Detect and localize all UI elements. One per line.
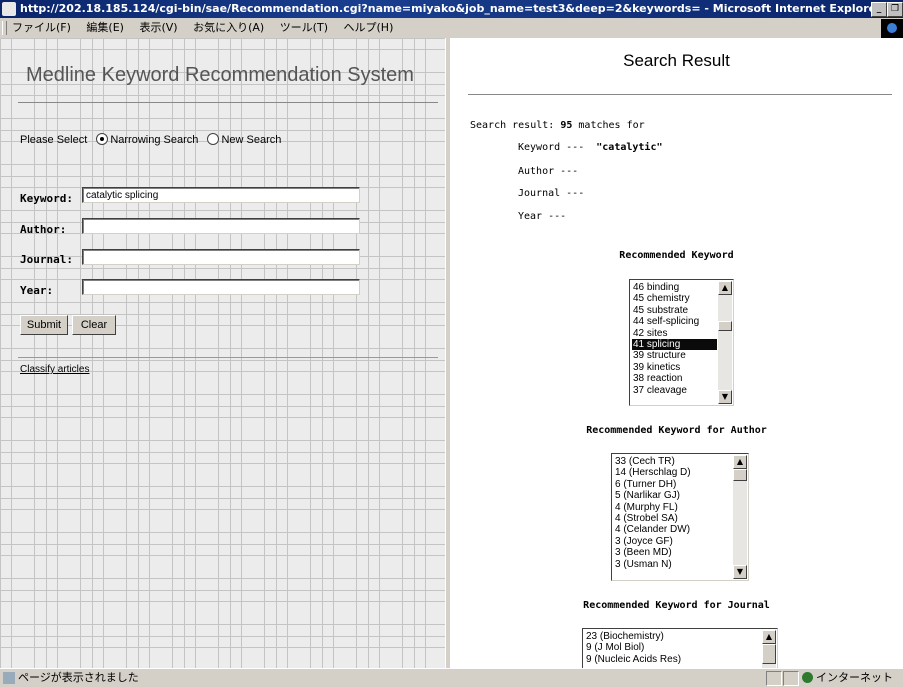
menu-help[interactable]: ヘルプ(H) bbox=[344, 18, 394, 38]
window-title: http://202.18.185.124/cgi-bin/sae/Recomm… bbox=[20, 2, 882, 15]
search-mode-row: Please Select Narrowing Search New Searc… bbox=[20, 133, 281, 146]
keyword-option[interactable]: 39 structure bbox=[632, 350, 717, 361]
keyword-option[interactable]: 41 splicing bbox=[632, 338, 717, 351]
journal-option[interactable]: 23 (Biochemistry) bbox=[585, 631, 761, 642]
journal-input[interactable] bbox=[82, 249, 360, 265]
year-query-label: Year --- bbox=[518, 211, 567, 222]
result-title: Search Result bbox=[623, 51, 730, 70]
keyword-query-value: "catalytic" bbox=[596, 142, 663, 153]
keyword-label: Keyword: bbox=[20, 192, 73, 205]
menu-tools[interactable]: ツール(T) bbox=[280, 18, 328, 38]
author-option[interactable]: 4 (Murphy FL) bbox=[614, 502, 732, 513]
narrowing-search-label: Narrowing Search bbox=[110, 134, 199, 146]
minimize-button[interactable]: _ bbox=[871, 2, 887, 17]
recommended-keyword-list[interactable]: 46 binding 45 chemistry 45 substrate 44 sel… bbox=[629, 279, 734, 406]
page-done-icon bbox=[3, 672, 15, 684]
year-input[interactable] bbox=[82, 279, 360, 295]
scrollbar[interactable]: ▲ ▼ bbox=[718, 281, 732, 404]
keyword-option[interactable]: 37 cleavage bbox=[632, 385, 717, 396]
author-query-label: Author --- bbox=[518, 166, 579, 177]
keyword-option[interactable]: 39 kinetics bbox=[632, 362, 717, 373]
menu-bar: ファイル(F) 編集(E) 表示(V) お気に入り(A) ツール(T) ヘルプ(… bbox=[0, 18, 903, 39]
new-search-radio[interactable] bbox=[207, 133, 220, 145]
ie-page-icon bbox=[2, 2, 16, 16]
scrollbar[interactable]: ▲ ▼ bbox=[733, 455, 747, 579]
search-result-frame: Search Result Search result: 95 matches … bbox=[450, 38, 903, 668]
status-panel bbox=[783, 671, 799, 686]
status-bar: ページが表示されました インターネット bbox=[0, 668, 903, 687]
author-option[interactable]: 3 (Been MD) bbox=[614, 547, 732, 558]
toolbar-grip[interactable] bbox=[2, 21, 7, 35]
scroll-thumb[interactable] bbox=[762, 644, 776, 664]
internet-zone-icon bbox=[802, 672, 813, 683]
journal-option[interactable]: 9 (Nucleic Acids Res) bbox=[585, 654, 761, 665]
author-option[interactable]: 33 (Cech TR) bbox=[614, 456, 732, 467]
recommended-author-list[interactable]: 33 (Cech TR) 14 (Herschlag D) 6 (Turner DH… bbox=[611, 453, 749, 581]
result-prefix: Search result: bbox=[470, 120, 555, 131]
status-text: ページが表示されました bbox=[18, 671, 139, 684]
author-option[interactable]: 6 (Turner DH) bbox=[614, 479, 732, 490]
menu-favorites[interactable]: お気に入り(A) bbox=[193, 18, 264, 38]
keyword-query-row: Keyword --- "catalytic" bbox=[518, 142, 663, 153]
scroll-up-arrow-icon[interactable]: ▲ bbox=[733, 455, 747, 469]
menu-view[interactable]: 表示(V) bbox=[139, 18, 177, 38]
narrowing-search-radio[interactable] bbox=[96, 133, 109, 145]
author-option[interactable]: 4 (Strobel SA) bbox=[614, 513, 732, 524]
restore-button[interactable]: ❐ bbox=[887, 2, 903, 17]
keyword-option[interactable]: 38 reaction bbox=[632, 373, 717, 384]
page-content: Medline Keyword Recommendation System Pl… bbox=[0, 38, 903, 668]
system-title: Medline Keyword Recommendation System bbox=[26, 64, 414, 86]
result-suffix: matches for bbox=[578, 120, 645, 131]
classify-articles-link[interactable]: Classify articles bbox=[20, 364, 89, 375]
select-label: Please Select bbox=[20, 134, 88, 146]
recommended-journal-list[interactable]: 23 (Biochemistry) 9 (J Mol Biol) 9 (Nuclei… bbox=[582, 628, 778, 668]
menu-edit[interactable]: 編集(E) bbox=[86, 18, 124, 38]
scroll-thumb[interactable] bbox=[733, 469, 747, 481]
status-panel bbox=[766, 671, 782, 686]
security-zone-label: インターネット bbox=[816, 671, 893, 684]
journal-option[interactable]: 9 (J Mol Biol) bbox=[585, 642, 761, 653]
result-summary: Search result: 95 matches for bbox=[470, 120, 645, 131]
keyword-input[interactable]: catalytic splicing bbox=[82, 187, 360, 203]
divider bbox=[18, 357, 438, 358]
keyword-option[interactable]: 45 chemistry bbox=[632, 293, 717, 304]
new-search-label: New Search bbox=[221, 134, 282, 146]
menu-file[interactable]: ファイル(F) bbox=[12, 18, 71, 38]
journal-label: Journal: bbox=[20, 253, 73, 266]
author-option[interactable]: 14 (Herschlag D) bbox=[614, 467, 732, 478]
window-titlebar: http://202.18.185.124/cgi-bin/sae/Recomm… bbox=[0, 0, 903, 18]
author-option[interactable]: 5 (Narlikar GJ) bbox=[614, 490, 732, 501]
keyword-option[interactable]: 46 binding bbox=[632, 282, 717, 293]
author-option[interactable]: 4 (Celander DW) bbox=[614, 524, 732, 535]
keyword-query-label: Keyword --- bbox=[518, 142, 585, 153]
keyword-option[interactable]: 44 self-splicing bbox=[632, 316, 717, 327]
author-input[interactable] bbox=[82, 218, 360, 234]
divider bbox=[468, 94, 892, 95]
search-form-frame: Medline Keyword Recommendation System Pl… bbox=[0, 38, 445, 668]
scroll-thumb[interactable] bbox=[718, 321, 732, 331]
match-count: 95 bbox=[560, 120, 573, 131]
scrollbar[interactable]: ▲ bbox=[762, 630, 776, 668]
journal-query-label: Journal --- bbox=[518, 188, 585, 199]
scroll-up-arrow-icon[interactable]: ▲ bbox=[762, 630, 776, 644]
keyword-option[interactable]: 42 sites bbox=[632, 328, 717, 339]
scroll-up-arrow-icon[interactable]: ▲ bbox=[718, 281, 732, 295]
author-option[interactable]: 3 (Usman N) bbox=[614, 559, 732, 570]
keyword-option[interactable]: 45 substrate bbox=[632, 305, 717, 316]
recommended-author-heading: Recommended Keyword for Author bbox=[586, 425, 767, 436]
recommended-keyword-heading: Recommended Keyword bbox=[619, 250, 734, 261]
scroll-down-arrow-icon[interactable]: ▼ bbox=[733, 565, 747, 579]
clear-button[interactable]: Clear bbox=[72, 315, 116, 335]
divider bbox=[18, 102, 438, 103]
windows-logo-icon bbox=[881, 19, 903, 38]
recommended-journal-heading: Recommended Keyword for Journal bbox=[583, 600, 770, 611]
author-option[interactable]: 3 (Joyce GF) bbox=[614, 536, 732, 547]
year-label: Year: bbox=[20, 284, 54, 297]
scroll-down-arrow-icon[interactable]: ▼ bbox=[718, 390, 732, 404]
submit-button[interactable]: Submit bbox=[20, 315, 68, 335]
author-label: Author: bbox=[20, 223, 67, 236]
